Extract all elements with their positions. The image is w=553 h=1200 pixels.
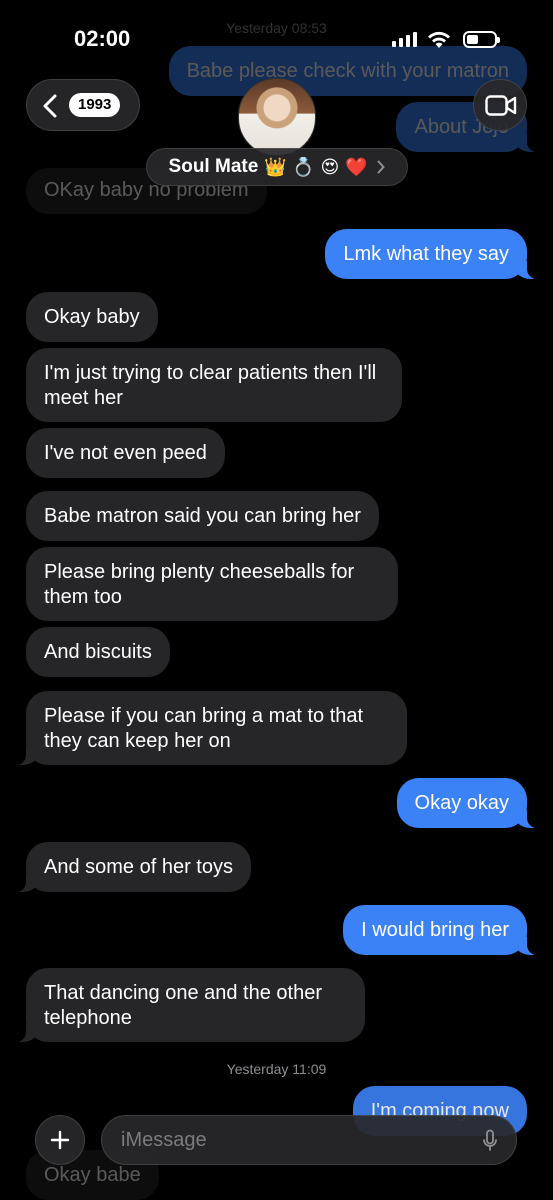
- video-camera-icon: [485, 95, 517, 116]
- unread-count-badge: 1993: [69, 93, 121, 117]
- video-call-button[interactable]: [473, 79, 527, 131]
- plus-icon: [50, 1130, 70, 1150]
- add-attachment-button[interactable]: [35, 1115, 85, 1165]
- message-bubble-incoming[interactable]: Babe matron said you can bring her: [26, 491, 379, 541]
- message-input[interactable]: iMessage: [101, 1115, 517, 1165]
- message-bubble-incoming[interactable]: And some of her toys: [12, 842, 251, 892]
- contact-name: Soul Mate: [168, 156, 259, 177]
- message-bubble-outgoing[interactable]: Babe please check with your matron: [168, 46, 527, 96]
- message-bubble-outgoing[interactable]: Lmk what they say: [325, 229, 541, 279]
- chevron-right-icon: [377, 160, 386, 174]
- contact-name-button[interactable]: Soul Mate 👑 💍 😍 ❤️: [146, 148, 408, 186]
- message-bubble-incoming[interactable]: Okay baby: [26, 292, 158, 342]
- message-input-placeholder: iMessage: [121, 1129, 207, 1151]
- message-bubble-outgoing[interactable]: Okay okay: [396, 778, 542, 828]
- back-button[interactable]: 1993: [26, 79, 140, 131]
- message-bubble-incoming[interactable]: And biscuits: [26, 627, 170, 677]
- contact-avatar[interactable]: [238, 78, 316, 156]
- status-time: 02:00: [74, 26, 131, 51]
- message-bubble-incoming[interactable]: I'm just trying to clear patients then I…: [26, 348, 402, 422]
- chevron-left-icon: [43, 94, 57, 118]
- message-bubble-outgoing[interactable]: I would bring her: [343, 905, 541, 955]
- message-bubble-incoming[interactable]: Please bring plenty cheeseballs for them…: [26, 547, 398, 621]
- microphone-icon[interactable]: [482, 1129, 498, 1153]
- battery-icon: [463, 31, 500, 48]
- contact-emojis: 👑 💍 😍 ❤️: [264, 156, 368, 178]
- cellular-signal-icon: [392, 32, 417, 47]
- message-bubble-incoming[interactable]: Please if you can bring a mat to that th…: [12, 691, 407, 765]
- wifi-icon: [428, 31, 450, 48]
- timestamp-middle: Yesterday 11:09: [226, 1061, 327, 1077]
- message-bubble-incoming[interactable]: That dancing one and the other telephone: [12, 968, 365, 1042]
- message-bubble-incoming[interactable]: I've not even peed: [26, 428, 225, 478]
